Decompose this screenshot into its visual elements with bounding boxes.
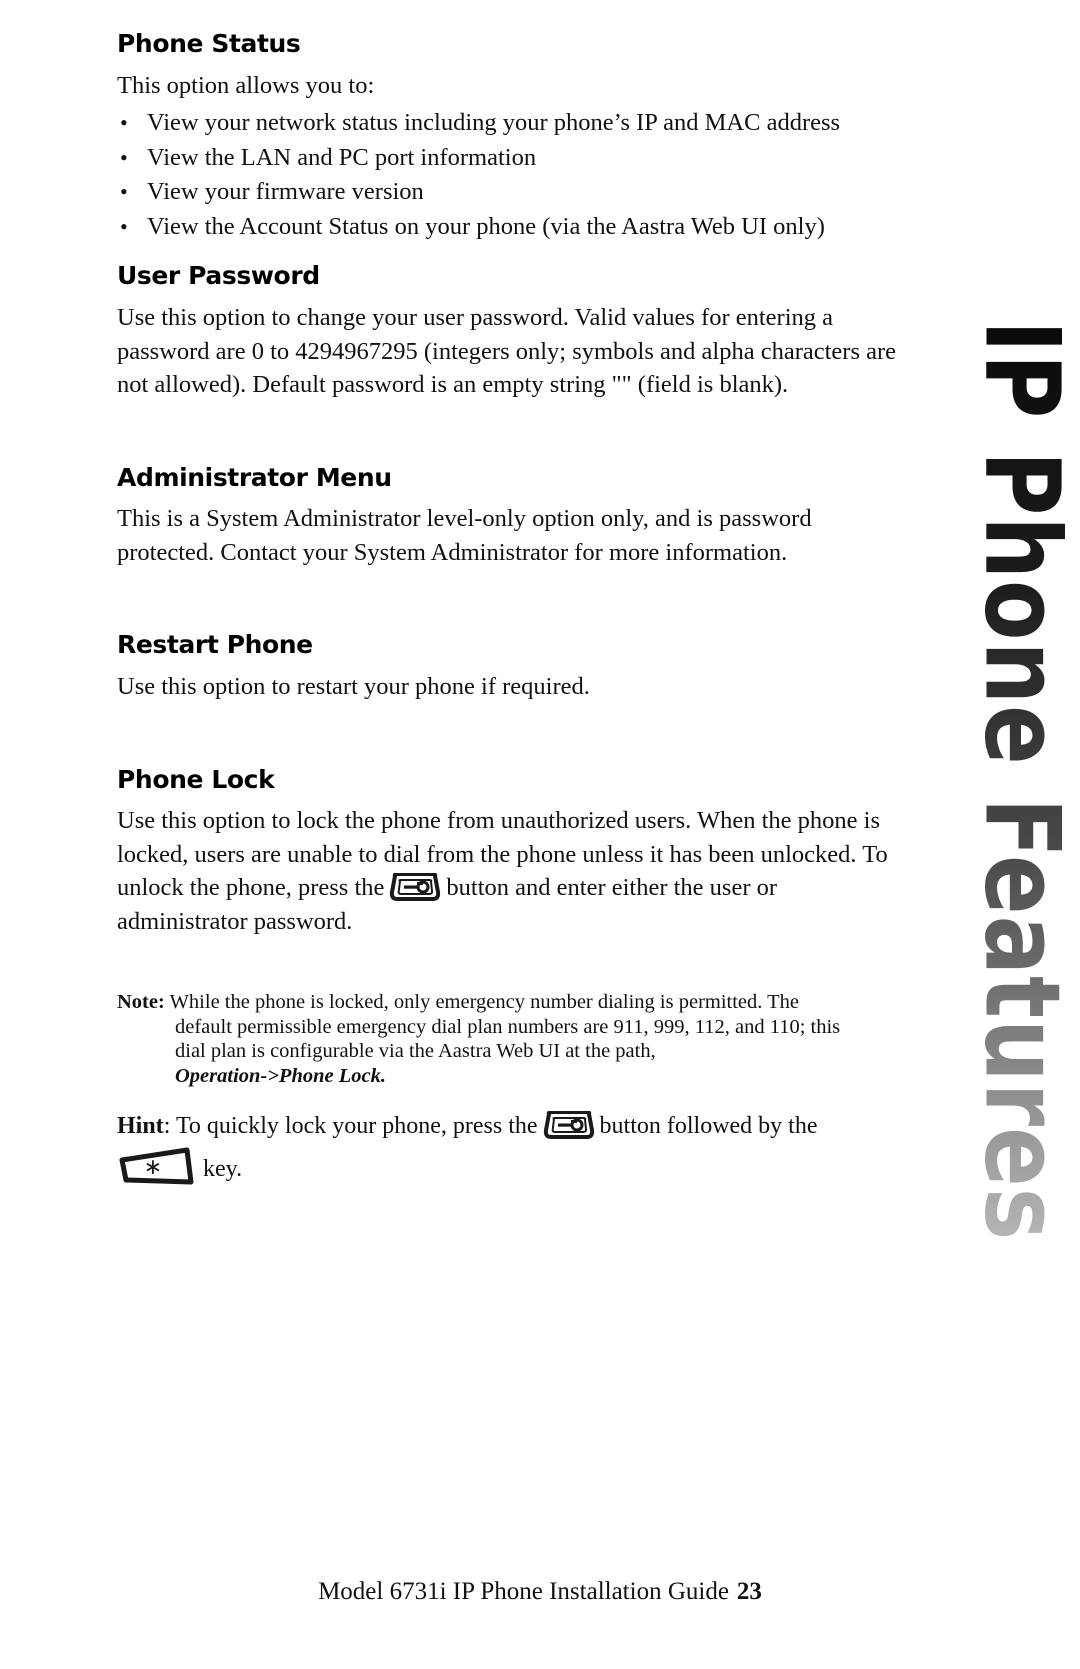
bullet-icon: • <box>120 144 128 170</box>
document-page: Phone Status This option allows you to: … <box>0 0 1080 1669</box>
restart-phone-body: Use this option to restart your phone if… <box>117 673 590 700</box>
note-path: Operation->Phone Lock. <box>175 1064 386 1087</box>
phone-status-intro: This option allows you to: <box>117 71 375 99</box>
bullet-icon: • <box>120 110 128 136</box>
phone-status-bullet-list: • View your network status including you… <box>117 106 902 243</box>
heading-user-password: User Password <box>117 261 320 291</box>
footer-title: Model 6731i IP Phone Installation Guide <box>318 1578 729 1605</box>
hint-part3: key. <box>203 1156 243 1183</box>
heading-phone-status: Phone Status <box>117 29 301 58</box>
options-key-icon <box>543 1111 595 1140</box>
list-item-label: View your firmware version <box>147 178 424 206</box>
page-footer: Model 6731i IP Phone Installation Guide 2… <box>0 1578 1080 1606</box>
list-item: • View your network status including you… <box>117 106 902 140</box>
svg-text:∗: ∗ <box>144 1155 162 1180</box>
user-password-body: Use this option to change your user pass… <box>117 304 897 398</box>
list-item: • View the LAN and PC port information <box>117 141 902 175</box>
list-item-label: View the Account Status on your phone (v… <box>147 212 825 240</box>
bullet-icon: • <box>120 213 128 239</box>
side-tab-label: IP Phone Features <box>951 320 1080 1241</box>
list-item: • View the Account Status on your phone … <box>117 210 902 244</box>
star-key-icon: ∗ <box>117 1146 197 1186</box>
phone-lock-body: Use this option to lock the phone from u… <box>117 804 902 938</box>
note-line-2: default permissible emergency dial plan … <box>175 1015 841 1038</box>
note-label: Note: <box>117 991 165 1014</box>
note-line-3: dial plan is configurable via the Aastra… <box>175 1040 656 1063</box>
hint-label: Hint <box>117 1113 164 1140</box>
heading-restart-phone: Restart Phone <box>117 630 313 660</box>
heading-phone-lock: Phone Lock <box>117 764 275 794</box>
hint-part2: button followed by the <box>599 1113 818 1140</box>
list-item: • View your firmware version <box>117 175 902 209</box>
hint-block: Hint: To quickly lock your phone, press … <box>117 1106 902 1189</box>
page-number: 23 <box>736 1578 762 1605</box>
list-item-label: View your network status including your … <box>147 109 841 137</box>
note-block: Note: While the phone is locked, only em… <box>117 990 902 1088</box>
options-key-icon <box>389 873 441 902</box>
note-first-line: Note: While the phone is locked, only em… <box>117 990 902 1015</box>
hint-separator: : <box>163 1113 171 1140</box>
bullet-icon: • <box>120 179 128 205</box>
hint-part1: To quickly lock your phone, press the <box>175 1113 538 1140</box>
note-line-1: While the phone is locked, only emergenc… <box>169 991 800 1014</box>
page-content: Phone Status This option allows you to: … <box>117 29 902 1189</box>
administrator-menu-body: This is a System Administrator level-onl… <box>117 505 812 566</box>
side-tab: IP Phone Features <box>962 320 1080 1241</box>
list-item-label: View the LAN and PC port information <box>147 143 537 171</box>
heading-administrator-menu: Administrator Menu <box>117 462 392 492</box>
